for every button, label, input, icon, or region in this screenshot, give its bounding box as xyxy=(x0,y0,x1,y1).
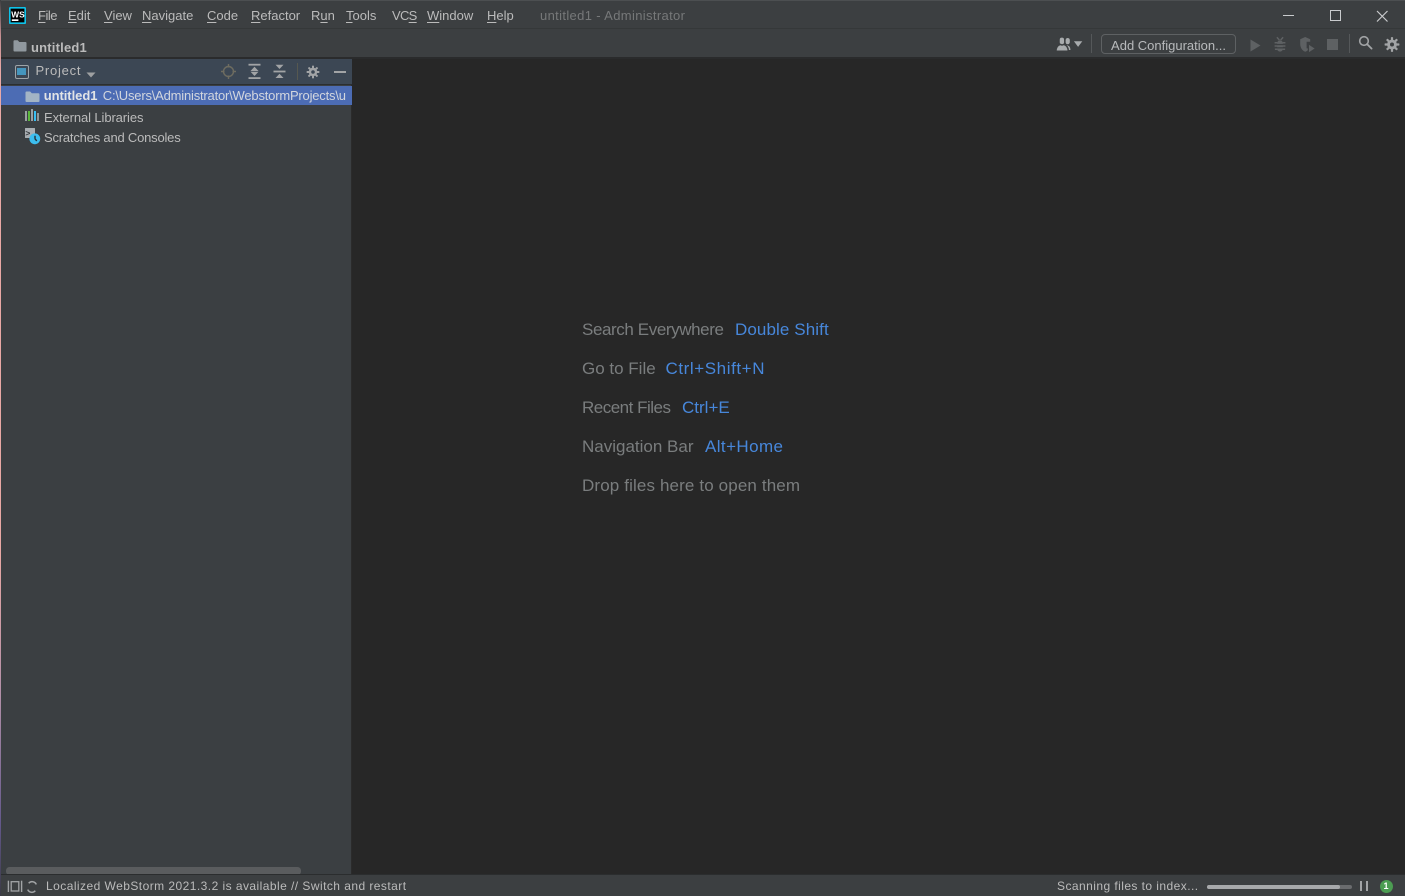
svg-text:WS: WS xyxy=(11,9,25,19)
